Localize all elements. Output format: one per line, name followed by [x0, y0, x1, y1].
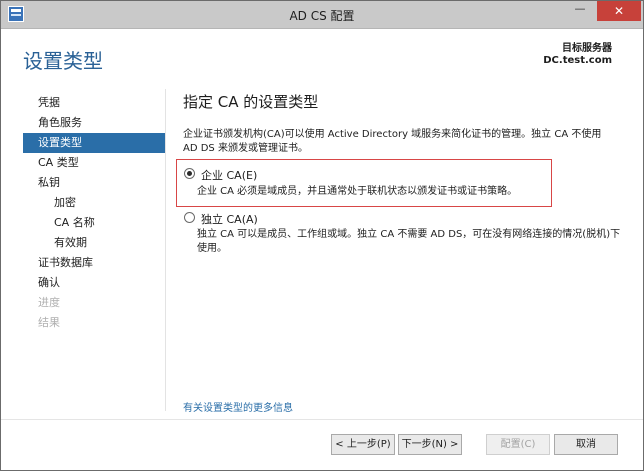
nav-item-ca-name[interactable]: CA 名称	[23, 213, 165, 233]
nav-item-results: 结果	[38, 316, 60, 329]
nav-item-ca-type[interactable]: CA 类型	[23, 153, 165, 173]
radio-selected-dot	[187, 171, 192, 176]
ad-cs-config-window: AD CS 配置 — ✕ 设置类型 目标服务器 DC.test.com 凭据 角…	[0, 0, 644, 471]
section-title: 指定 CA 的设置类型	[183, 93, 319, 111]
nav-item-role-services[interactable]: 角色服务	[23, 113, 165, 133]
nav-item-setup-type[interactable]: 设置类型	[23, 133, 165, 153]
standalone-ca-description: 独立 CA 可以是成员、工作组或域。独立 CA 不需要 AD DS，可在没有网络…	[197, 229, 621, 254]
target-server-name: DC.test.com	[543, 55, 612, 66]
page-title: 设置类型	[23, 49, 103, 73]
configure-button: 配置(C)	[486, 434, 550, 455]
standalone-ca-radio[interactable]	[184, 212, 195, 223]
nav-item-credentials[interactable]: 凭据	[23, 93, 165, 113]
more-info-link[interactable]: 有关设置类型的更多信息	[183, 399, 293, 414]
cancel-button[interactable]: 取消	[554, 434, 618, 455]
nav-item-validity-period[interactable]: 有效期	[23, 233, 165, 253]
nav-item-private-key[interactable]: 私钥	[23, 173, 165, 193]
wizard-nav: 凭据 角色服务 设置类型 CA 类型 私钥 加密 CA 名称 有效期 证书数据库…	[23, 93, 165, 333]
minimize-button[interactable]: —	[567, 1, 593, 21]
enterprise-ca-label[interactable]: 企业 CA(E)	[201, 167, 257, 183]
close-button[interactable]: ✕	[597, 1, 641, 21]
nav-item-certificate-database[interactable]: 证书数据库	[23, 253, 165, 273]
nav-item-cryptography[interactable]: 加密	[23, 193, 165, 213]
target-server-label: 目标服务器	[562, 43, 612, 54]
title-bar: AD CS 配置 — ✕	[1, 1, 643, 29]
nav-item-confirmation[interactable]: 确认	[23, 273, 165, 293]
enterprise-ca-description: 企业 CA 必须是域成员，并且通常处于联机状态以颁发证书或证书策略。	[197, 186, 518, 197]
next-button[interactable]: 下一步(N) >	[398, 434, 462, 455]
nav-item-progress: 进度	[38, 296, 60, 309]
previous-button[interactable]: < 上一步(P)	[331, 434, 395, 455]
enterprise-ca-radio[interactable]	[184, 168, 195, 179]
section-description: 企业证书颁发机构(CA)可以使用 Active Directory 域服务来简化…	[183, 129, 602, 154]
nav-divider	[165, 89, 166, 411]
standalone-ca-label[interactable]: 独立 CA(A)	[201, 211, 258, 227]
window-title: AD CS 配置	[289, 9, 355, 23]
